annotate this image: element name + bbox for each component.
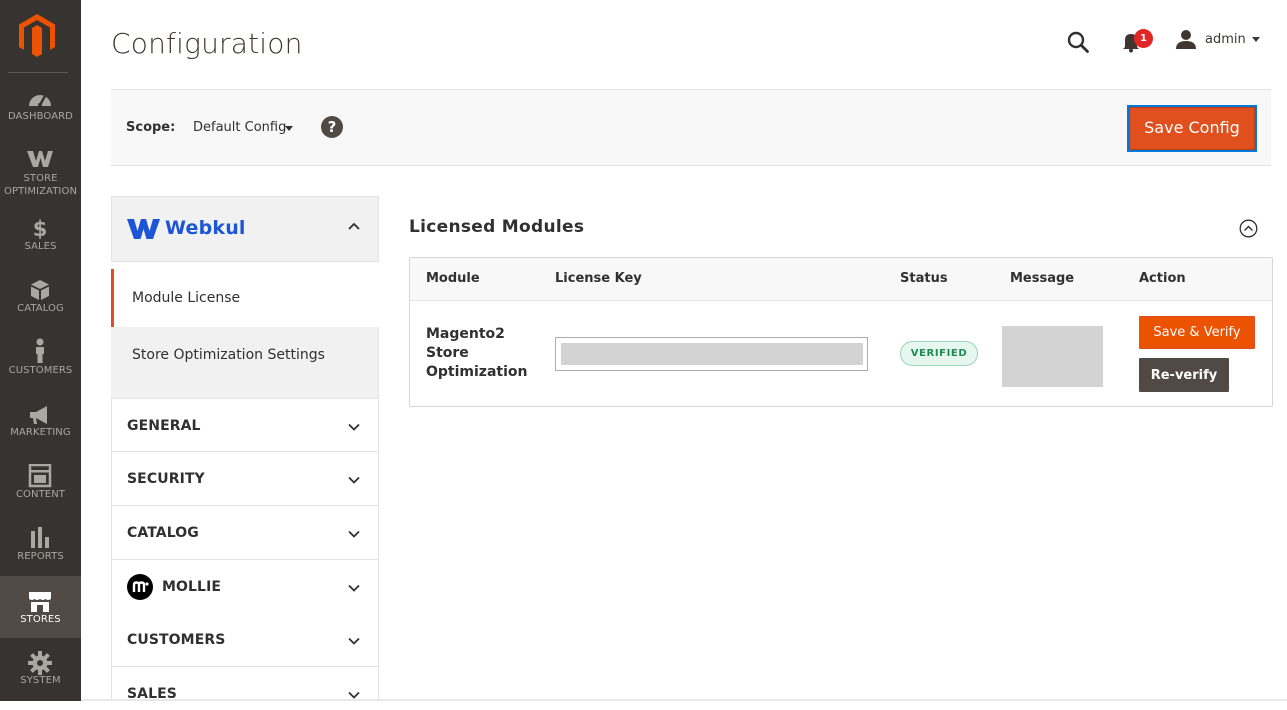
menu-item-stores[interactable]: STORES — [0, 576, 81, 638]
menu-label-line1: STORE — [23, 173, 58, 184]
svg-text:$: $ — [33, 217, 48, 240]
tab-group-label: MOLLIE — [162, 579, 222, 595]
menu-label: CATALOG — [17, 303, 64, 314]
save-config-label: Save Config — [1144, 118, 1240, 137]
column-header-module: Module — [426, 271, 480, 286]
storefront-icon — [0, 588, 81, 616]
tab-group-security[interactable]: SECURITY — [111, 452, 379, 506]
tab-group-catalog[interactable]: CATALOG — [111, 506, 379, 560]
table-header: Module License Key Status Message Action — [410, 258, 1272, 301]
license-key-input[interactable] — [555, 337, 868, 371]
menu-label: CONTENT — [15, 489, 66, 500]
menu-label: CUSTOMERS — [8, 365, 73, 376]
config-tabs: Webkul Module License Store Optimization… — [111, 196, 379, 701]
tab-store-optimization-settings[interactable]: Store Optimization Settings — [111, 327, 379, 398]
admin-menu: DASHBOARD STORE OPTIMIZATION $ SALES CAT… — [0, 0, 81, 701]
person-icon — [0, 336, 81, 364]
module-name-line: Magento2 — [426, 326, 505, 342]
bar-chart-icon — [0, 524, 81, 552]
help-icon[interactable]: ? — [321, 116, 343, 138]
user-icon — [1176, 29, 1196, 51]
search-icon[interactable] — [1066, 30, 1090, 54]
menu-label: REPORTS — [17, 551, 64, 562]
status-badge: VERIFIED — [900, 341, 978, 366]
chevron-down-icon — [348, 423, 360, 431]
page-title: Configuration — [111, 27, 303, 60]
scope-label: Scope: — [126, 120, 176, 135]
tab-group-webkul[interactable]: Webkul — [111, 196, 379, 262]
menu-label: MARKETING — [10, 427, 71, 438]
tab-group-label: CUSTOMERS — [127, 632, 226, 648]
menu-label: DASHBOARD — [7, 111, 73, 122]
menu-label: SYSTEM — [20, 675, 61, 686]
column-header-message: Message — [1010, 271, 1075, 286]
save-config-button[interactable]: Save Config — [1127, 105, 1257, 152]
module-name-line: Store — [426, 345, 469, 361]
tab-group-customers[interactable]: CUSTOMERS — [111, 613, 379, 667]
webkul-w-icon — [127, 219, 160, 239]
redacted-license-key — [561, 343, 863, 365]
tab-group-label: SECURITY — [127, 471, 205, 487]
collapse-circle-icon[interactable] — [1239, 219, 1258, 238]
chevron-down-icon — [348, 637, 360, 645]
menu-divider — [8, 72, 68, 73]
tab-group-label: GENERAL — [127, 418, 201, 434]
module-name: Magento2 Store Optimization — [426, 325, 536, 382]
tab-group-general[interactable]: GENERAL — [111, 398, 379, 452]
message-placeholder — [1002, 326, 1103, 387]
scope-switcher[interactable]: Default Config — [193, 120, 286, 135]
gear-icon — [0, 648, 81, 676]
section-title: Licensed Modules — [409, 217, 585, 237]
column-header-status: Status — [900, 271, 948, 286]
scope-bar: Scope: Default Config ? Save Config — [111, 89, 1271, 166]
chevron-down-icon — [348, 476, 360, 484]
chevron-down-icon — [348, 584, 360, 592]
layout-icon — [0, 462, 81, 490]
column-header-license-key: License Key — [555, 271, 642, 286]
licensed-modules-table: Module License Key Status Message Action… — [409, 257, 1273, 407]
menu-item-customers[interactable]: CUSTOMERS — [0, 336, 81, 398]
column-header-action: Action — [1139, 271, 1186, 286]
caret-down-icon[interactable] — [285, 126, 293, 131]
menu-item-marketing[interactable]: MARKETING — [0, 402, 81, 464]
user-name: admin — [1205, 32, 1246, 47]
menu-item-store-optimization[interactable]: STORE OPTIMIZATION — [0, 146, 81, 208]
tab-group-sales[interactable]: SALES — [111, 667, 379, 701]
caret-down-icon — [1252, 37, 1260, 42]
menu-item-dashboard[interactable]: DASHBOARD — [0, 86, 81, 148]
save-verify-button[interactable]: Save & Verify — [1139, 316, 1255, 349]
webkul-wordmark: Webkul — [165, 217, 246, 239]
tab-label: Module License — [132, 290, 241, 306]
mollie-logo-icon — [127, 574, 153, 600]
tab-group-label: CATALOG — [127, 525, 199, 541]
tab-group-mollie[interactable]: MOLLIE — [111, 560, 379, 614]
notification-count-badge[interactable]: 1 — [1134, 29, 1153, 48]
menu-item-sales[interactable]: $ SALES — [0, 214, 81, 276]
menu-item-catalog[interactable]: CATALOG — [0, 276, 81, 338]
chevron-down-icon — [348, 530, 360, 538]
box-icon — [0, 276, 81, 304]
chevron-up-icon — [348, 222, 360, 230]
webkul-w-icon — [0, 146, 81, 174]
menu-label: STORES — [20, 614, 61, 625]
menu-label: SALES — [24, 241, 57, 252]
dollar-icon: $ — [0, 214, 81, 242]
menu-label-line2: OPTIMIZATION — [3, 186, 78, 197]
menu-item-content[interactable]: CONTENT — [0, 462, 81, 524]
reverify-button[interactable]: Re-verify — [1139, 358, 1229, 392]
magento-logo[interactable] — [0, 0, 81, 74]
tab-module-license[interactable]: Module License — [111, 269, 379, 328]
magento-logo-icon — [19, 14, 55, 57]
tab-label: Store Optimization Settings — [132, 347, 325, 363]
module-name-line: Optimization — [426, 364, 528, 380]
